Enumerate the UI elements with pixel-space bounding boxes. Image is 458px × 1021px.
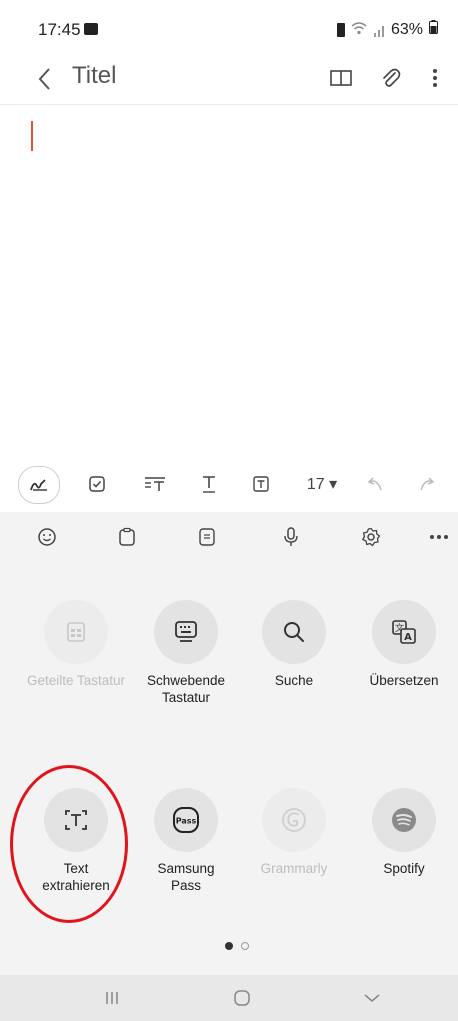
page-title[interactable]: Titel [72,62,116,90]
note-editor[interactable] [0,105,458,455]
text-style-button[interactable] [138,466,172,502]
translate-tile[interactable]: 文A Übersetzen [349,600,458,689]
home-button[interactable] [222,983,262,1013]
checkbox-icon [89,476,105,492]
grammarly-circle [262,788,326,852]
translate-icon: 文A [392,620,416,644]
note-icon [199,528,215,546]
samsung-pass-circle: Pass [154,788,218,852]
floating-keyboard-circle [154,600,218,664]
keyboard-tools-panel: Geteilte Tastatur Schwebende Tastatur Su… [0,562,458,975]
underline-button[interactable] [194,466,224,502]
attachment-icon [383,68,401,87]
battery-percent: 63% [390,20,423,38]
back-button[interactable] [32,63,56,95]
status-bar: 17:45 63% [0,0,458,58]
page-indicator [225,942,249,950]
text-style-icon [145,477,165,491]
settings-icon [362,527,381,547]
format-toolbar: 17 ▾ [0,458,458,510]
grammarly-tile[interactable]: Grammarly [239,788,349,877]
tile-label: Spotify [383,861,425,876]
title-bar: Titel [0,58,458,105]
emoji-icon [38,528,56,546]
tile-label: Grammarly [260,861,328,876]
status-indicators: 63% [336,20,438,39]
handwriting-button[interactable] [18,466,60,504]
text-caret [31,121,33,151]
more-options-button[interactable] [420,62,450,94]
back-icon [38,68,50,90]
back-chevron-icon [364,994,380,1002]
font-size-dropdown[interactable]: 17 ▾ [298,466,346,502]
clipboard-icon [119,527,135,546]
keyboard-toolbar [0,512,458,562]
redo-icon [420,477,435,491]
attach-button[interactable] [376,62,406,94]
book-icon [330,70,352,86]
samsung-pass-tile[interactable]: Pass Samsung Pass [131,788,241,894]
back-nav-button[interactable] [352,983,392,1013]
reading-mode-button[interactable] [326,62,356,94]
text-underline-icon [203,476,215,493]
spotify-circle [372,788,436,852]
recents-icon [106,992,118,1004]
search-circle [262,600,326,664]
signal-icon [373,24,385,37]
system-nav-bar [0,975,458,1021]
battery-icon [429,20,438,39]
checkbox-button[interactable] [82,466,112,502]
spotify-tile[interactable]: Spotify [349,788,458,877]
handwriting-icon [30,479,47,491]
floating-keyboard-icon [175,621,197,642]
tile-label: Übersetzen [369,673,439,688]
note-button[interactable] [194,524,220,550]
redo-button[interactable] [412,466,442,502]
samsung-pass-icon: Pass [173,807,199,833]
page-dot[interactable] [241,942,249,950]
split-keyboard-icon [67,622,85,642]
spotify-icon [392,808,416,832]
battery-saver-icon [336,22,345,37]
more-vertical-icon [433,69,437,87]
microphone-icon [284,527,298,546]
svg-text:A: A [404,632,412,643]
gallery-notification-icon [84,23,98,35]
tile-label: Schwebende Tastatur [146,673,226,705]
tile-label: Geteilte Tastatur [26,673,126,688]
home-icon [234,990,250,1006]
emoji-button[interactable] [34,524,60,550]
more-button[interactable] [426,524,452,550]
split-keyboard-circle [44,600,108,664]
page-dot-active[interactable] [225,942,233,950]
settings-button[interactable] [358,524,384,550]
svg-text:Pass: Pass [176,817,197,826]
extract-text-tile[interactable]: Text extrahieren [21,788,131,894]
search-icon [284,622,304,642]
translate-circle: 文A [372,600,436,664]
undo-button[interactable] [360,466,390,502]
tile-label: Suche [274,673,314,688]
clipboard-button[interactable] [114,524,140,550]
split-keyboard-tile[interactable]: Geteilte Tastatur [21,600,131,689]
wifi-icon [351,21,367,38]
more-horizontal-icon [430,535,448,539]
status-time: 17:45 [38,20,81,39]
text-box-icon [253,476,269,492]
floating-keyboard-tile[interactable]: Schwebende Tastatur [131,600,241,706]
voice-input-button[interactable] [278,524,304,550]
search-tile[interactable]: Suche [239,600,349,689]
grammarly-icon [282,808,306,832]
tile-label: Text extrahieren [42,861,110,893]
undo-icon [367,477,382,491]
extract-text-circle [44,788,108,852]
recents-button[interactable] [92,983,132,1013]
tile-label: Samsung Pass [157,861,215,893]
extract-text-icon [65,810,87,830]
text-box-button[interactable] [246,466,276,502]
